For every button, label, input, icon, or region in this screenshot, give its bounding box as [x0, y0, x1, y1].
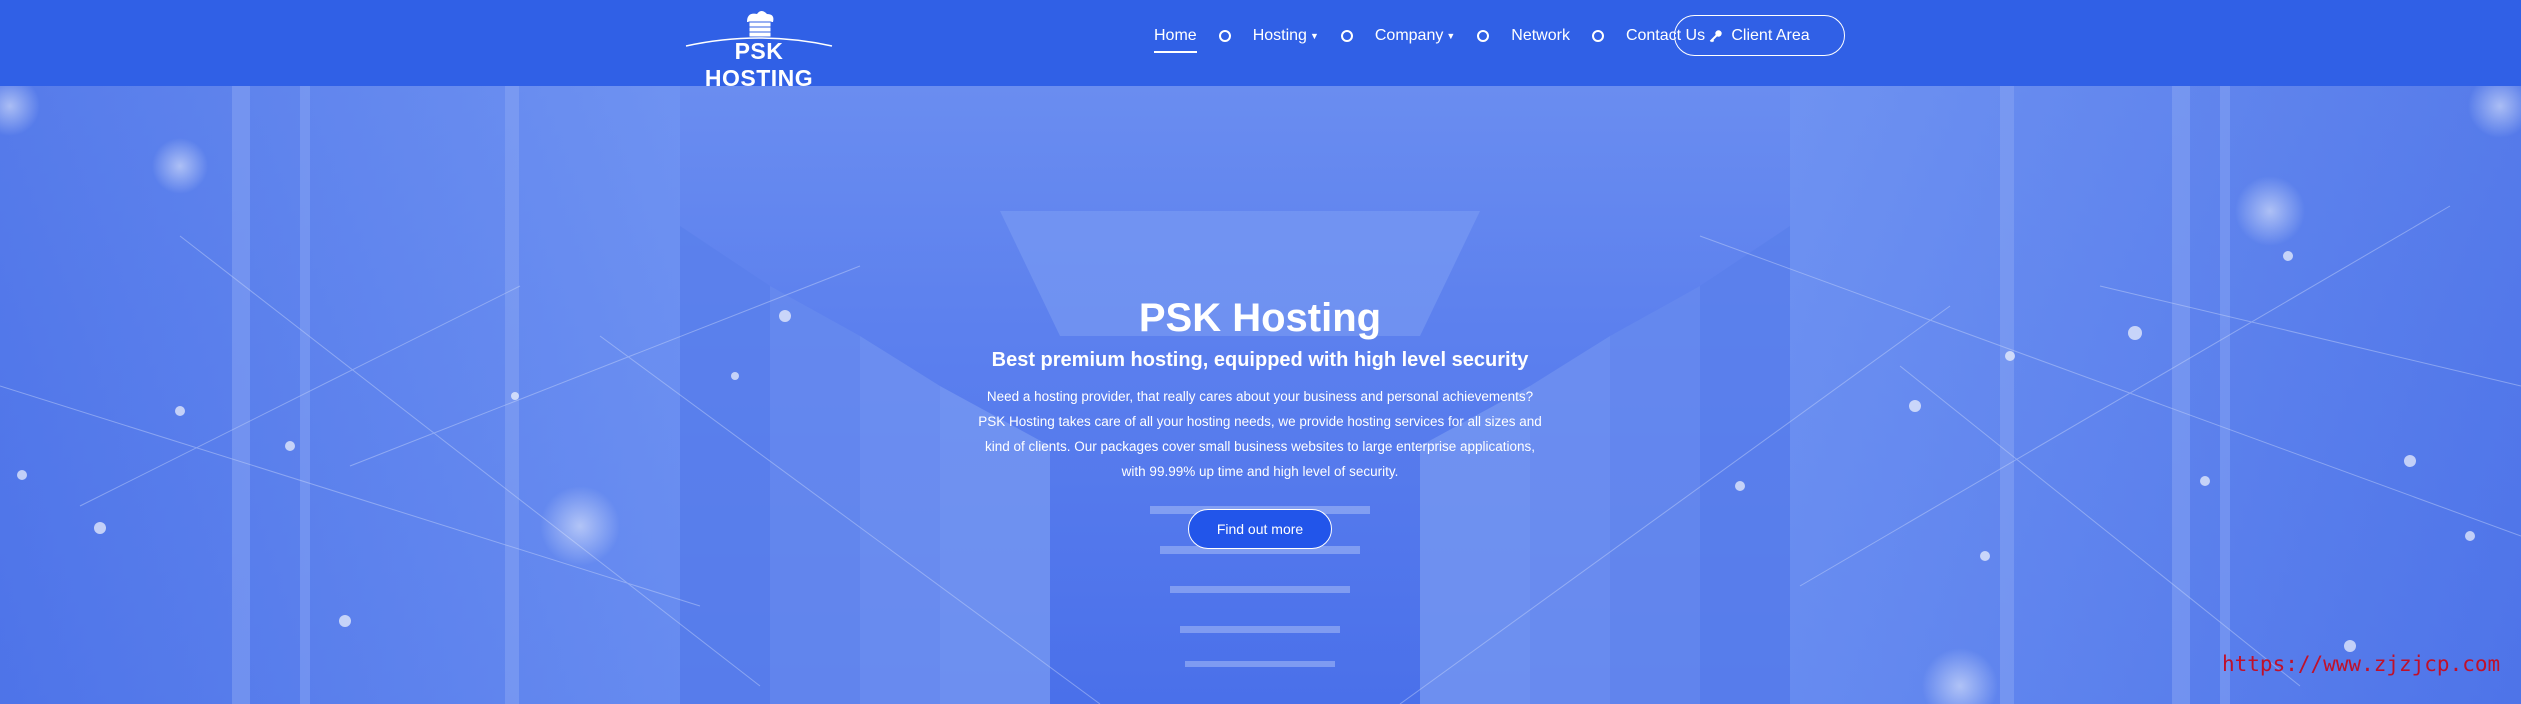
hero-description-line: PSK Hosting takes care of all your hosti… — [978, 414, 1542, 429]
find-out-more-button[interactable]: Find out more — [1188, 509, 1332, 549]
logo-text: PSK HOSTING — [704, 38, 814, 91]
hero-description-line: with 99.99% up time and high level of se… — [1121, 464, 1399, 479]
nav-separator — [1340, 30, 1353, 42]
logo[interactable]: PSK HOSTING — [684, 8, 834, 91]
client-area-label: Client Area — [1731, 26, 1810, 44]
nav-company[interactable]: Company ▼ — [1375, 27, 1455, 45]
nav-home[interactable]: Home — [1154, 27, 1197, 53]
nav-hosting[interactable]: Hosting ▼ — [1253, 27, 1319, 45]
nav-separator — [1218, 30, 1231, 42]
chevron-down-icon: ▼ — [1309, 31, 1319, 41]
hero-description: Need a hosting provider, that really car… — [910, 384, 1610, 484]
main-nav: Home Hosting ▼ Company ▼ Network Contact U… — [1154, 0, 1705, 72]
hero-subtitle: Best premium hosting, equipped with high… — [991, 349, 1529, 371]
nav-separator — [1591, 30, 1604, 42]
nav-home-label: Home — [1154, 27, 1197, 44]
nav-company-label: Company — [1374, 27, 1444, 44]
header: PSK HOSTING Home Hosting ▼ Company ▼ Netwo… — [0, 0, 2521, 91]
chevron-down-icon: ▼ — [1446, 31, 1456, 41]
watermark-text: https://www.zjzjcp.com — [2222, 652, 2501, 676]
hero-section: PSK Hosting Best premium hosting, equipp… — [0, 86, 2521, 704]
hero-description-line: kind of clients. Our packages cover smal… — [984, 439, 1536, 454]
nav-network-label: Network — [1511, 27, 1570, 44]
nav-separator — [1477, 30, 1490, 42]
hero-title: PSK Hosting — [1138, 296, 1382, 340]
hero-content: PSK Hosting Best premium hosting, equipp… — [910, 296, 1610, 549]
client-area-button[interactable]: Client Area — [1674, 15, 1845, 56]
hero-description-line: Need a hosting provider, that really car… — [986, 389, 1534, 404]
key-icon — [1710, 29, 1723, 42]
nav-hosting-label: Hosting — [1252, 27, 1307, 44]
nav-network[interactable]: Network — [1511, 27, 1570, 45]
